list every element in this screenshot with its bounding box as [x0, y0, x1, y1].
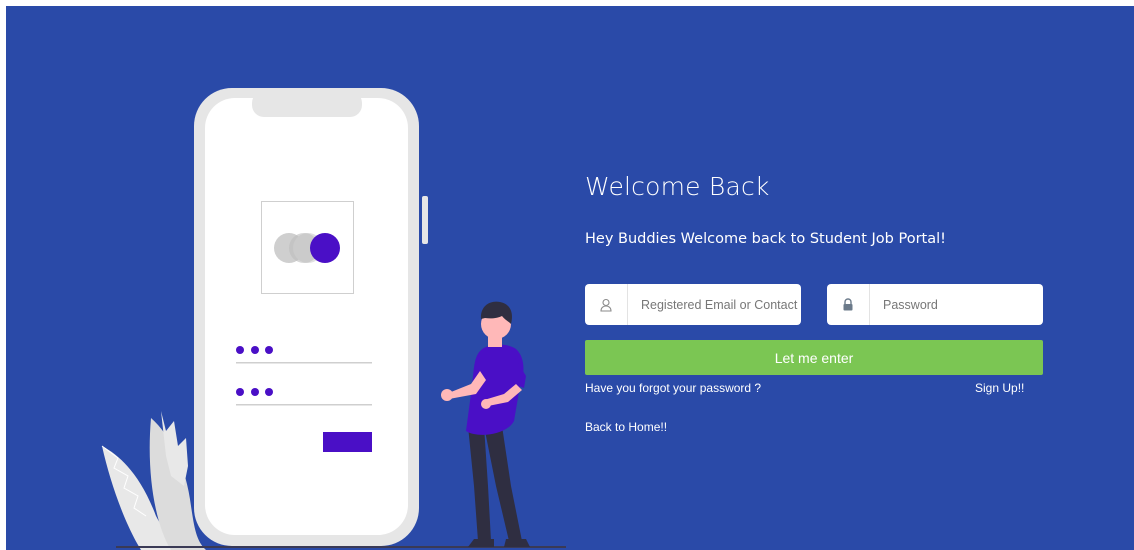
person-icon — [441, 301, 530, 547]
login-page: Welcome Back Hey Buddies Welcome back to… — [6, 6, 1134, 550]
illustration — [6, 6, 566, 550]
page-subtitle: Hey Buddies Welcome back to Student Job … — [585, 231, 946, 247]
page-title: Welcome Back — [585, 172, 770, 201]
phone-person-illustration — [101, 88, 566, 550]
signup-link[interactable]: Sign Up!! — [975, 381, 1024, 395]
ground-line — [116, 546, 566, 548]
login-panel: Welcome Back Hey Buddies Welcome back to… — [585, 6, 1055, 550]
login-button[interactable]: Let me enter — [585, 340, 1043, 375]
user-icon — [585, 284, 628, 325]
lock-icon — [827, 284, 870, 325]
password-input[interactable] — [870, 284, 1043, 325]
email-input[interactable] — [628, 284, 801, 325]
plant-leaves-icon — [101, 411, 206, 550]
email-field — [585, 284, 801, 325]
password-field — [827, 284, 1043, 325]
phone-icon — [194, 88, 428, 546]
forgot-password-link[interactable]: Have you forgot your password ? — [585, 381, 761, 395]
back-to-home-link[interactable]: Back to Home!! — [585, 420, 667, 434]
